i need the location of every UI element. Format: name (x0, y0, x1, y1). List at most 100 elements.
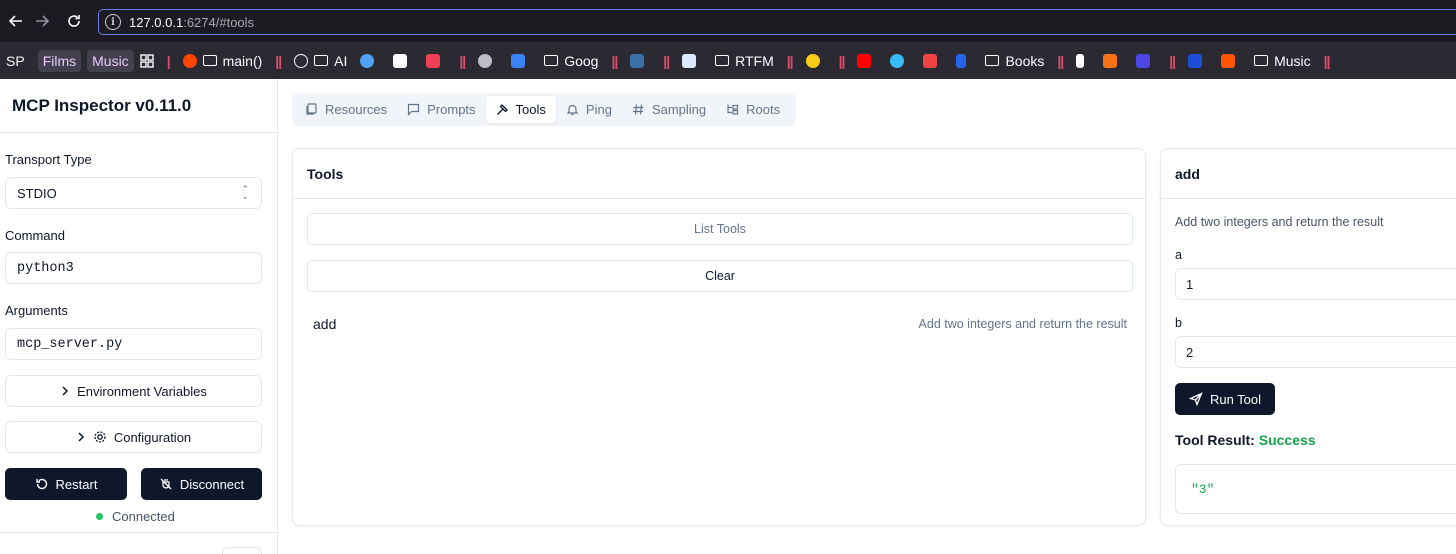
bookmark-soundcloud[interactable] (1221, 53, 1241, 68)
tab-roots-label: Roots (746, 102, 781, 117)
arrow-left-icon (8, 15, 22, 27)
tool-result-output: "3" (1175, 464, 1456, 514)
arguments-input[interactable]: mcp_server.py (5, 328, 262, 360)
configuration-button[interactable]: Configuration (5, 421, 262, 453)
list-tools-button[interactable]: List Tools (307, 213, 1133, 245)
tool-result-status: Success (1258, 432, 1316, 448)
bookmark-main[interactable]: main() (182, 52, 263, 69)
bookmark-mix[interactable] (1103, 53, 1123, 68)
tab-sampling[interactable]: Sampling (622, 96, 716, 123)
bookmark-fm[interactable] (1188, 53, 1208, 68)
bookmark-download-cloud[interactable] (890, 53, 910, 68)
bookmark-ai[interactable]: AI (294, 53, 347, 69)
tool-result-label: Tool Result: (1175, 432, 1255, 448)
tab-tools[interactable]: Tools (485, 96, 556, 123)
theme-select[interactable] (222, 547, 262, 554)
disconnect-label: Disconnect (179, 476, 245, 492)
tab-prompts[interactable]: Prompts (397, 96, 485, 123)
stackexchange-icon (630, 53, 645, 68)
bookmark-flag[interactable] (956, 53, 972, 68)
bookmark-emoji[interactable] (805, 53, 826, 68)
tool-detail-description: Add two integers and return the result (1175, 215, 1384, 229)
bookmark-stackexchange[interactable] (630, 53, 650, 68)
bookmark-books[interactable]: Books (985, 53, 1044, 69)
bookmark-rtfm-label: RTFM (735, 52, 774, 69)
unplug-icon (159, 477, 173, 491)
site-info-icon[interactable]: i (105, 14, 121, 30)
bookmark-main-label: main() (222, 52, 263, 69)
message-square-icon (407, 103, 420, 116)
command-label: Command (5, 228, 65, 243)
bookmark-pocket[interactable] (426, 53, 446, 68)
hash-icon (632, 103, 645, 116)
bookmark-music[interactable]: Music (87, 49, 134, 72)
bookmark-separator: || (1169, 52, 1176, 69)
bookmark-music2-label: Music (1274, 52, 1311, 69)
grid-icon (139, 53, 154, 68)
browser-toolbar: i 127.0.0.1 :6274/#tools (0, 0, 1456, 42)
environment-variables-button[interactable]: Environment Variables (5, 375, 262, 407)
tab-roots[interactable]: Roots (716, 96, 790, 123)
bookmark-goog-label: Goog (564, 52, 599, 69)
param-b-input[interactable]: 2 (1175, 336, 1456, 368)
app-title: MCP Inspector v0.11.0 (12, 96, 192, 115)
mix-icon (1103, 53, 1118, 68)
folder-icon (1254, 55, 1269, 66)
bookmark-films[interactable]: Films (37, 49, 82, 72)
connection-status: Connected (96, 509, 175, 524)
bookmark-apps[interactable] (139, 53, 154, 68)
transport-type-select[interactable]: STDIO ⌃ ⌄ (5, 177, 262, 209)
folder-icon (314, 55, 329, 66)
restart-button[interactable]: Restart (5, 468, 127, 500)
bookmark-instapaper[interactable] (393, 53, 413, 68)
openai-icon (294, 53, 309, 68)
bookmark-separator: || (786, 52, 794, 69)
bookmark-ai-label: AI (334, 52, 348, 69)
tool-list-item[interactable]: add Add two integers and return the resu… (307, 309, 1133, 339)
tool-name: add (313, 316, 337, 332)
arguments-label: Arguments (5, 303, 68, 318)
v-icon (1136, 53, 1151, 68)
param-a-input[interactable]: 1 (1175, 268, 1456, 300)
bookmark-books-label: Books (1005, 52, 1045, 69)
tab-ping[interactable]: Ping (556, 96, 622, 123)
bookmark-power[interactable] (478, 53, 498, 68)
bookmark-v[interactable] (1136, 53, 1156, 68)
divider (0, 532, 278, 533)
bookmark-download[interactable] (923, 53, 943, 68)
bookmark-cloud[interactable] (360, 53, 380, 68)
bookmark-goog[interactable]: Goog (544, 53, 598, 69)
bookmark-separator: || (1057, 52, 1064, 69)
folder-icon (544, 55, 559, 66)
cloud-download-icon (890, 53, 905, 68)
bookmark-sp[interactable]: SP (6, 53, 25, 69)
tool-description: Add two integers and return the result (918, 317, 1127, 331)
bookmark-music2[interactable]: Music (1254, 53, 1311, 69)
reload-button[interactable] (58, 5, 90, 37)
param-a-label: a (1175, 248, 1182, 262)
send-icon (1188, 392, 1203, 406)
bookmark-rtfm[interactable]: RTFM (715, 53, 774, 69)
bell-icon (566, 103, 579, 116)
bookmark-thermometer[interactable] (1076, 53, 1090, 68)
run-tool-button[interactable]: Run Tool (1175, 383, 1275, 415)
bookmark-r[interactable] (682, 53, 702, 68)
instapaper-icon (393, 53, 408, 68)
power-icon (478, 53, 493, 68)
sidebar: MCP Inspector v0.11.0 Transport Type STD… (0, 79, 278, 554)
disconnect-button[interactable]: Disconnect (141, 468, 262, 500)
command-input[interactable]: python3 (5, 252, 262, 284)
restart-icon (35, 477, 49, 491)
chevron-right-icon (76, 432, 86, 442)
reload-icon (68, 15, 80, 27)
tab-prompts-label: Prompts (427, 102, 476, 117)
clear-button[interactable]: Clear (307, 260, 1133, 292)
smiley-icon (805, 53, 820, 68)
bookmark-youtube[interactable] (857, 53, 877, 68)
r-icon (682, 53, 697, 68)
address-bar[interactable]: i 127.0.0.1 :6274/#tools (98, 9, 1456, 35)
bookmark-separator: || (663, 52, 670, 69)
bookmark-calendar[interactable] (511, 53, 531, 68)
tab-resources[interactable]: Resources (295, 96, 397, 123)
forward-button[interactable] (26, 5, 58, 37)
